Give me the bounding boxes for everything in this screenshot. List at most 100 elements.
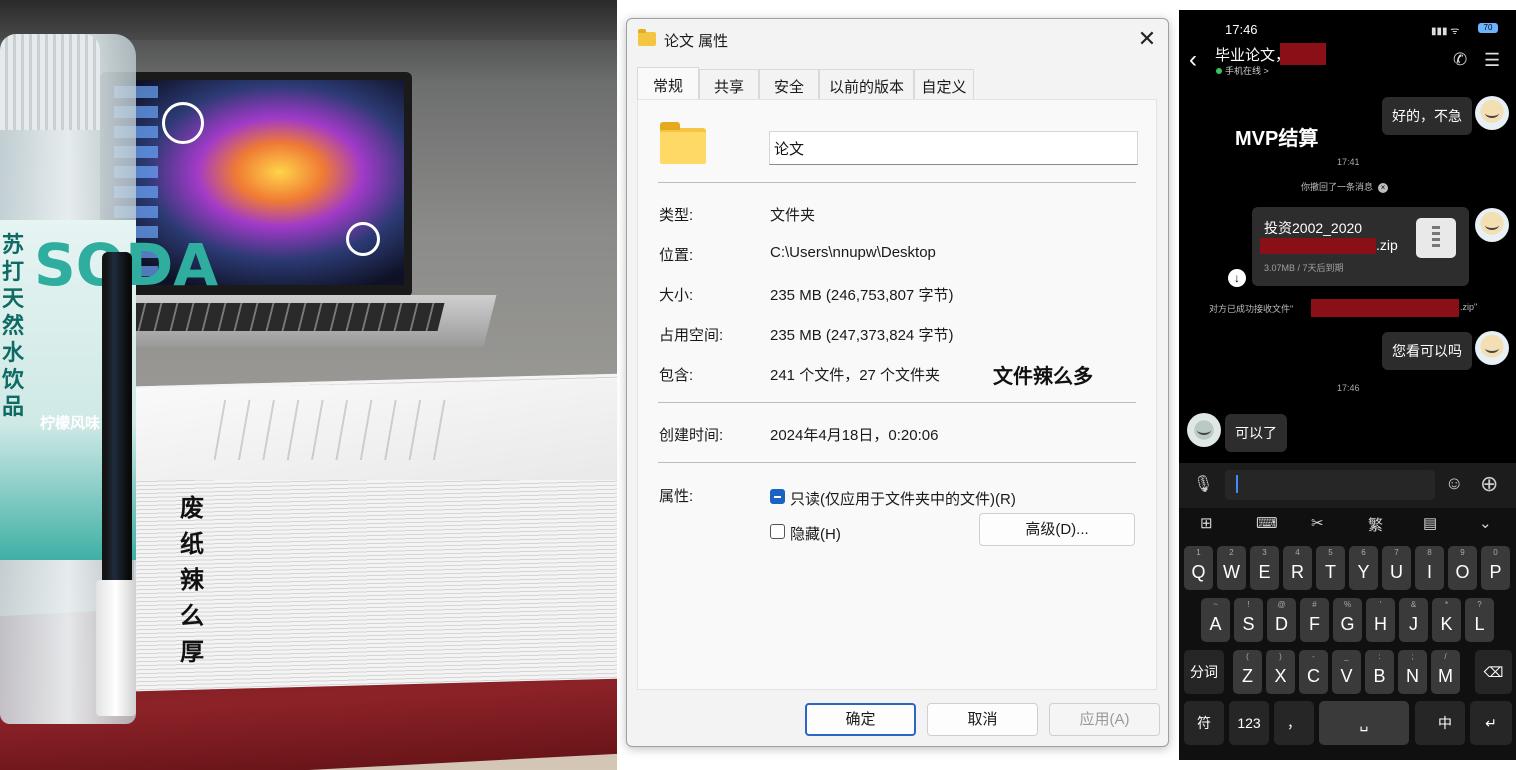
space-key[interactable]: ␣: [1319, 701, 1409, 745]
key-s[interactable]: ! S: [1234, 598, 1263, 642]
key-f[interactable]: # F: [1300, 598, 1329, 642]
tab-security[interactable]: 安全: [759, 69, 819, 99]
hidden-label: 隐藏(H): [790, 526, 841, 543]
key-hint: :: [1378, 652, 1381, 661]
created-value: 2024年4月18日，0:20:06: [770, 427, 939, 444]
size-label: 大小:: [659, 287, 694, 304]
cancel-button[interactable]: 取消: [927, 703, 1038, 736]
apply-button[interactable]: 应用(A): [1049, 703, 1160, 736]
phone-call-icon[interactable]: ✆: [1453, 50, 1467, 70]
key-j[interactable]: & J: [1399, 598, 1428, 642]
key-t[interactable]: 5T: [1316, 546, 1345, 590]
key-o[interactable]: 9O: [1448, 546, 1477, 590]
key-p[interactable]: 0P: [1481, 546, 1510, 590]
key-x[interactable]: ) X: [1266, 650, 1295, 694]
key-hint: *: [1444, 600, 1449, 609]
my-avatar[interactable]: [1475, 96, 1509, 130]
file-message-card[interactable]: 投资2002_2020 .zip 3.07MB / 7天后到期: [1252, 207, 1469, 286]
key-u[interactable]: 7U: [1382, 546, 1411, 590]
size-value: 235 MB (246,753,807 字节): [770, 287, 954, 304]
key-z[interactable]: (Z: [1233, 650, 1262, 694]
key-i[interactable]: 8I: [1415, 546, 1444, 590]
dialog-titlebar[interactable]: 论文 属性 ✕: [627, 19, 1168, 59]
tab-general[interactable]: 常规: [637, 67, 699, 99]
my-avatar[interactable]: [1475, 331, 1509, 365]
key-y[interactable]: 6Y: [1349, 546, 1378, 590]
hidden-checkbox[interactable]: [770, 524, 785, 539]
file-received-suffix: .zip": [1460, 302, 1478, 312]
translate-icon[interactable]: 繁: [1368, 514, 1383, 535]
text-caret: [1236, 475, 1238, 493]
key-a[interactable]: ~ A: [1201, 598, 1230, 642]
grid-icon[interactable]: ⊞: [1200, 514, 1213, 532]
key-v[interactable]: _ V: [1332, 650, 1361, 694]
key-hint: 8: [1427, 548, 1432, 557]
message-input[interactable]: [1225, 470, 1435, 500]
plus-icon[interactable]: ⊕: [1480, 471, 1498, 497]
chevron-down-icon[interactable]: ⌄: [1479, 514, 1492, 532]
close-icon[interactable]: ×: [1378, 183, 1389, 193]
key-language[interactable]: 中: [1425, 701, 1465, 745]
key-r[interactable]: 4R: [1283, 546, 1312, 590]
enter-key[interactable]: ↵: [1470, 701, 1512, 745]
advanced-button[interactable]: 高级(D)...: [979, 513, 1135, 546]
redaction-box: [1311, 299, 1459, 317]
my-avatar[interactable]: [1475, 208, 1509, 242]
close-icon[interactable]: ✕: [1134, 27, 1160, 53]
bottle-flavor: 柠檬风味: [40, 414, 101, 432]
message-bubble-sent[interactable]: 好的，不急: [1382, 97, 1472, 135]
microphone-icon[interactable]: 🎙: [1193, 474, 1213, 494]
key-h[interactable]: ' H: [1366, 598, 1395, 642]
key-comma[interactable]: ，: [1274, 701, 1314, 745]
paper-stack-top: [134, 380, 617, 480]
divider: [658, 182, 1136, 183]
key-hint: @: [1277, 600, 1286, 609]
caption-vertical: 废 纸 辣 么 厚: [180, 494, 204, 666]
back-icon[interactable]: ‹: [1189, 48, 1197, 72]
attributes-label: 属性:: [659, 488, 694, 505]
key-n[interactable]: ; N: [1398, 650, 1427, 694]
chat-title: 毕业论文，: [1215, 47, 1291, 64]
key-b[interactable]: :B: [1365, 650, 1394, 694]
message-bubble-sent[interactable]: 您看可以吗: [1382, 332, 1472, 370]
recall-notice: 你撤回了一条消息 ×: [1301, 180, 1389, 193]
online-dot-icon: [1216, 68, 1222, 74]
key-numbers[interactable]: 123: [1229, 701, 1269, 745]
download-icon[interactable]: ↓: [1228, 269, 1246, 287]
ok-button[interactable]: 确定: [805, 703, 916, 736]
emoji-icon[interactable]: ☺: [1445, 473, 1463, 494]
key-symbols[interactable]: 符: [1184, 701, 1224, 745]
tab-previous-versions[interactable]: 以前的版本: [819, 69, 914, 99]
message-bubble-received[interactable]: 可以了: [1225, 414, 1287, 452]
key-hint: _: [1344, 652, 1349, 661]
key-e[interactable]: 3E: [1250, 546, 1279, 590]
readonly-label: 只读(仅应用于文件夹中的文件)(R): [790, 491, 1016, 508]
key-m[interactable]: / M: [1431, 650, 1460, 694]
menu-icon[interactable]: ☰: [1484, 50, 1500, 71]
key-hint: ': [1379, 600, 1382, 609]
key-hint: #: [1312, 600, 1317, 609]
tab-customize[interactable]: 自定义: [914, 69, 974, 99]
clipboard-icon[interactable]: ▤: [1423, 514, 1437, 532]
status-time: 17:46: [1225, 22, 1258, 37]
key-q[interactable]: 1Q: [1184, 546, 1213, 590]
key-c[interactable]: -C: [1299, 650, 1328, 694]
key-d[interactable]: @ D: [1267, 598, 1296, 642]
key-l[interactable]: ? L: [1465, 598, 1494, 642]
key-k[interactable]: * K: [1432, 598, 1461, 642]
contact-avatar[interactable]: [1187, 413, 1221, 447]
redaction-box: [1280, 43, 1326, 65]
keyboard-icon[interactable]: ⌨: [1256, 514, 1278, 532]
folder-name-input[interactable]: [769, 131, 1138, 165]
overlay-caption: 文件辣么多: [993, 366, 1093, 388]
location-label: 位置:: [659, 247, 694, 264]
key-g[interactable]: % G: [1333, 598, 1362, 642]
backspace-key[interactable]: ⌫: [1475, 650, 1512, 694]
key-hint: 4: [1295, 548, 1300, 557]
scissors-icon[interactable]: ✂: [1311, 514, 1324, 532]
tab-sharing[interactable]: 共享: [699, 69, 759, 99]
key-fenci[interactable]: 分词: [1184, 650, 1224, 694]
key-w[interactable]: 2W: [1217, 546, 1246, 590]
readonly-checkbox[interactable]: [770, 489, 785, 504]
key-hint: 9: [1460, 548, 1465, 557]
